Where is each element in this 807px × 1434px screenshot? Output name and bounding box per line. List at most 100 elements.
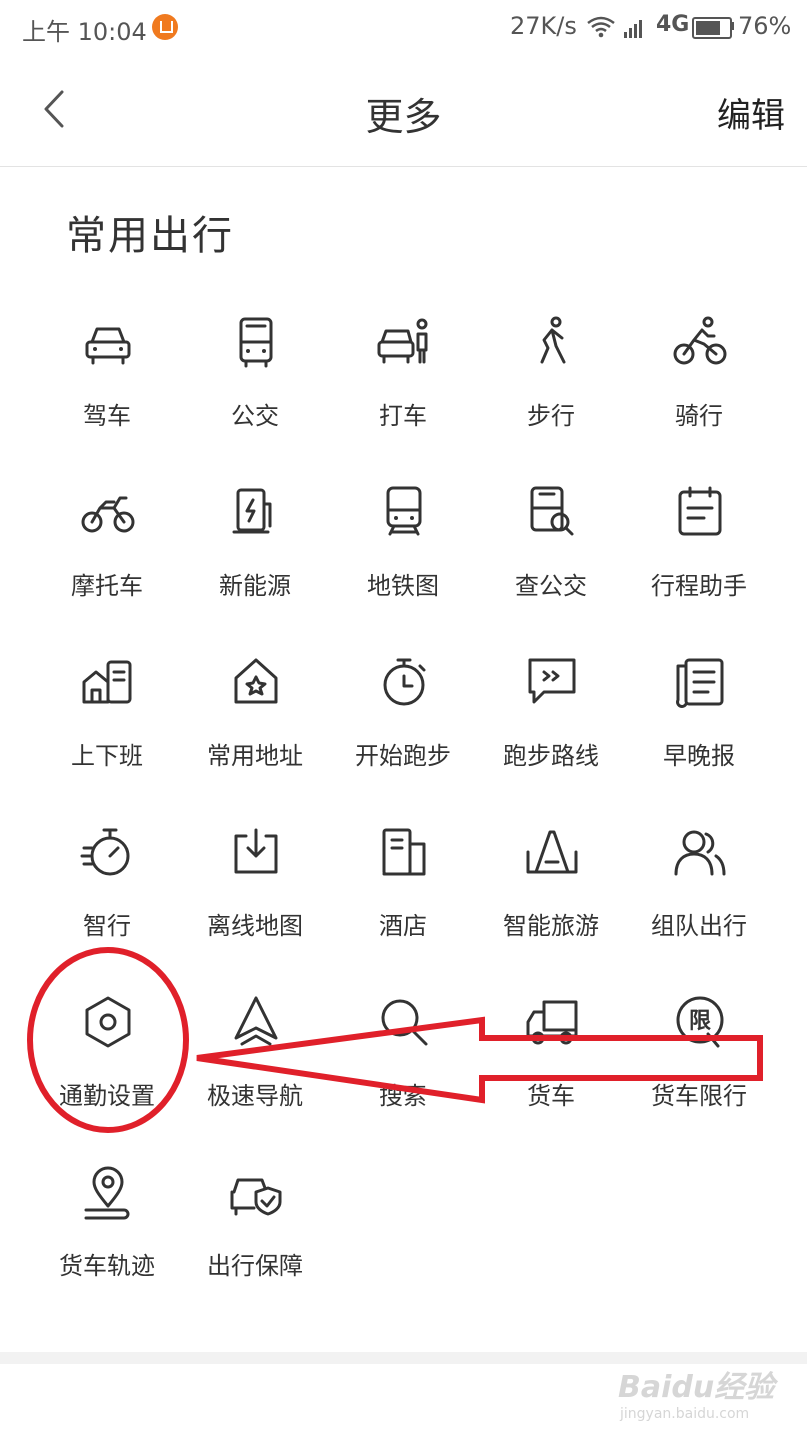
tool-item-label: 驾车 [83,402,131,430]
tool-item[interactable]: 组队出行 [625,810,773,980]
tool-item[interactable]: 早晚报 [625,640,773,810]
cycling-icon [673,316,727,365]
tool-item[interactable]: 搜索 [329,980,477,1150]
watermark-logo: Baidu经验 [618,1370,775,1405]
bus-icon [239,317,273,368]
status-time: 上午 10:04 [22,18,147,46]
search-icon [381,999,428,1046]
notification-icon [152,14,178,40]
tool-item-label: 早晚报 [663,742,735,770]
tool-item[interactable]: 打车 [329,300,477,470]
tool-item-label: 酒店 [379,912,427,940]
tool-item[interactable]: 智能旅游 [477,810,625,980]
car-icon [85,327,131,365]
tool-item-label: 地铁图 [367,572,439,600]
tool-item[interactable]: 限货车限行 [625,980,773,1150]
taxi-icon [377,318,428,364]
walk-icon [540,316,566,364]
travel-protection-icon [230,1178,282,1216]
tool-item[interactable]: 开始跑步 [329,640,477,810]
section-title: 常用出行 [66,213,234,259]
tool-item-label: 查公交 [515,572,587,600]
tool-item-label: 出行保障 [207,1252,303,1280]
tool-item-label: 智能旅游 [503,912,599,940]
tool-item[interactable]: 跑步路线 [477,640,625,810]
tool-item-label: 跑步路线 [503,742,599,770]
tool-item-label: 货车 [527,1082,575,1110]
newspaper-icon [676,658,724,708]
edit-button[interactable]: 编辑 [717,88,785,137]
tool-item[interactable]: 酒店 [329,810,477,980]
tool-item-label: 行程助手 [651,572,747,600]
page-title: 更多 [365,95,442,139]
tool-item-label: 开始跑步 [355,742,451,770]
tool-item-label: 货车限行 [651,1082,747,1110]
wifi-signal-icon [587,16,642,38]
stopwatch-icon [383,658,426,706]
tool-item[interactable]: 行程助手 [625,470,773,640]
svg-text:限: 限 [689,1009,711,1034]
commute-icon [82,660,132,704]
tool-item[interactable]: 常用地址 [181,640,329,810]
battery-fill [696,21,721,35]
ev-charger-icon [232,488,272,534]
truck-track-icon [84,1166,130,1220]
hotel-icon [382,828,426,876]
battery-tip [731,22,734,30]
tool-item-label: 打车 [379,402,427,430]
tool-item-label: 上下班 [71,742,143,770]
tool-item[interactable]: 出行保障 [181,1150,329,1320]
tool-item[interactable]: 新能源 [181,470,329,640]
tool-item-label: 搜索 [379,1082,427,1110]
offline-map-icon [234,828,278,874]
tool-item-label: 常用地址 [207,742,303,770]
tool-item[interactable]: 步行 [477,300,625,470]
network-speed: 27K/s [510,12,577,40]
tool-item-label: 摩托车 [71,572,143,600]
tool-item-label: 离线地图 [207,912,303,940]
tourism-icon [526,830,578,874]
tool-item[interactable]: 地铁图 [329,470,477,640]
tool-item[interactable]: 智行 [33,810,181,980]
hexagon-settings-icon [85,996,131,1048]
group-travel-icon [674,830,726,876]
watermark-url: jingyan.baidu.com [620,1406,750,1422]
running-route-icon [528,658,576,704]
tool-item-label: 组队出行 [651,912,747,940]
network-type: 4G [656,12,690,37]
tool-item-label: 骑行 [675,402,723,430]
more-page: 上午 10:04 27K/s 4G 76% 更多 编辑 常用出行 驾车 公交 打车 步… [0,0,807,1434]
truck-restriction-icon: 限 [676,996,724,1048]
battery-icon [692,17,732,39]
tool-item[interactable]: 离线地图 [181,810,329,980]
tool-item[interactable]: 驾车 [33,300,181,470]
home-star-icon [234,658,278,704]
tool-item-label: 智行 [83,912,131,940]
tool-item-label: 步行 [527,402,575,430]
tool-item[interactable]: 骑行 [625,300,773,470]
tool-item-label: 新能源 [219,572,291,600]
tool-item-label: 通勤设置 [59,1082,155,1110]
tool-item[interactable]: 公交 [181,300,329,470]
navigation-arrow-icon [234,996,278,1046]
tool-item[interactable]: 货车轨迹 [33,1150,181,1320]
tool-item[interactable]: 极速导航 [181,980,329,1150]
tool-item[interactable]: 上下班 [33,640,181,810]
trip-assistant-icon [678,486,722,536]
tool-item[interactable]: 摩托车 [33,470,181,640]
bus-search-icon [530,486,574,536]
motorcycle-icon [81,496,135,533]
tool-item[interactable]: 货车 [477,980,625,1150]
tool-item-label: 公交 [231,402,279,430]
watermark: Baidu经验 jingyan.baidu.com [618,1362,774,1422]
tool-item-label: 货车轨迹 [59,1252,155,1280]
subway-icon [386,486,422,536]
tool-item[interactable]: 通勤设置 [33,980,181,1150]
tool-item[interactable]: 查公交 [477,470,625,640]
smart-travel-icon [80,828,130,876]
nav-bar: 更多 编辑 [0,56,807,167]
battery-percent: 76% [738,12,792,40]
truck-icon [526,1000,578,1045]
tool-item-label: 极速导航 [207,1082,303,1110]
status-bar: 上午 10:04 27K/s 4G 76% [0,0,807,56]
